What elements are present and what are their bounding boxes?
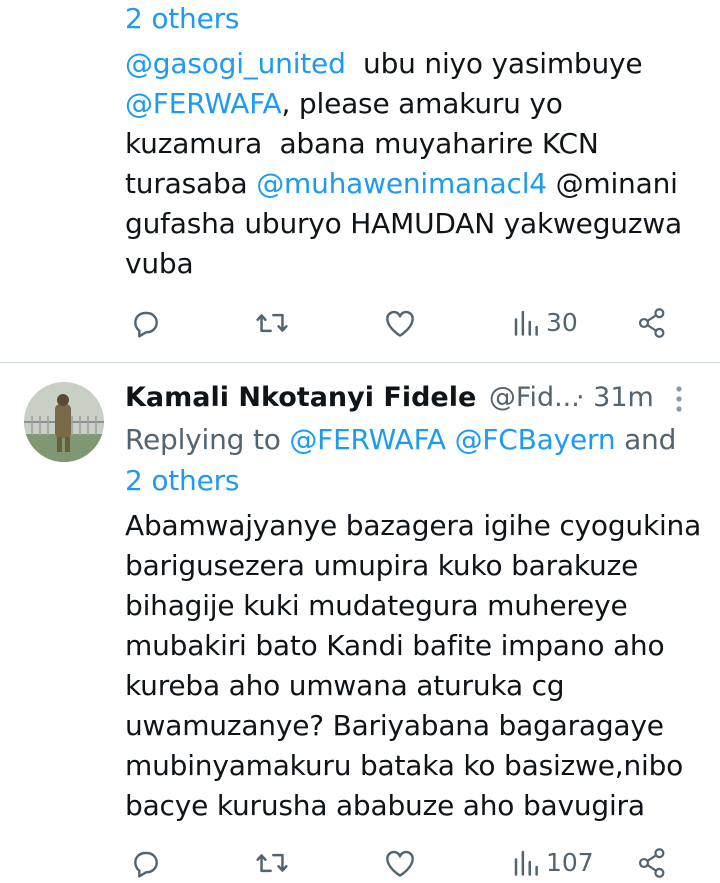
- tweet-header: Kamali Nkotanyi Fidele @Fid...: [125, 379, 580, 417]
- tweet-text-segment: , please amakuru yo: [281, 87, 563, 120]
- mention-link[interactable]: @muhawenimanacl4: [256, 167, 547, 200]
- replying-to-others-link[interactable]: 2 others: [125, 0, 239, 39]
- avatar-image: [24, 382, 104, 462]
- tweet-text-line: bacye kurusha ababuze aho bavugira: [125, 789, 645, 822]
- tweet-text-line: turasaba @muhawenimanacl4 @minani: [125, 164, 682, 204]
- more-icon: [676, 386, 682, 412]
- tweet-time[interactable]: · 31m: [576, 379, 654, 417]
- views-icon: [514, 310, 538, 336]
- replying-to: Replying to @FERWAFA @FCBayern and: [125, 420, 676, 460]
- tweet-text-line: uwamuzanye? Bariyabana bagaragaye: [125, 709, 664, 742]
- views-count: 30: [546, 307, 578, 337]
- tweet-text-segment: gufasha uburyo HAMUDAN yakweguzwa: [125, 207, 682, 240]
- tweet-actions: 107: [0, 843, 720, 883]
- tweet-text-segment: @minani: [546, 167, 678, 200]
- tweet-text-line: vuba: [125, 244, 682, 284]
- tweet-text: Abamwajyanye bazagera igihe cyogukina bar…: [125, 506, 701, 826]
- tweet-text-line: kuzamura abana muyaharire KCN: [125, 124, 682, 164]
- tweet-text: @gasogi_united ubu niyo yasimbuye @FERWAF…: [125, 44, 682, 284]
- replying-to-label: Replying to: [125, 423, 290, 456]
- tweet-text-line: mubinyamakuru bataka ko basizwe,nibo: [125, 749, 684, 782]
- tweet-text-line: @FERWAFA, please amakuru yo: [125, 84, 682, 124]
- share-icon: [638, 308, 665, 338]
- tweet-text-line: barigusezera umupira kuko barakuze: [125, 549, 639, 582]
- replying-to-others-link[interactable]: 2 others: [125, 461, 239, 501]
- author-handle[interactable]: @Fid...: [489, 382, 580, 413]
- author-name[interactable]: Kamali Nkotanyi Fidele: [125, 382, 476, 413]
- retweet-button[interactable]: [255, 307, 289, 339]
- share-icon: [638, 848, 665, 878]
- views-button[interactable]: 107: [512, 847, 594, 877]
- views-button[interactable]: 30: [512, 307, 578, 337]
- tweet-text-line: gufasha uburyo HAMUDAN yakweguzwa: [125, 204, 682, 244]
- reply-button[interactable]: [130, 307, 162, 339]
- tweet-text-line: mubakiri bato Kandi bafite impano aho: [125, 629, 665, 662]
- like-button[interactable]: [384, 308, 416, 338]
- reply-icon: [134, 851, 158, 878]
- tweet-text-segment: kuzamura abana muyaharire KCN: [125, 127, 599, 160]
- tweet-text-segment: vuba: [125, 247, 194, 280]
- like-button[interactable]: [384, 848, 416, 878]
- tweet-divider: [0, 362, 720, 363]
- share-button[interactable]: [637, 307, 667, 339]
- replying-to-and: and: [615, 423, 677, 456]
- tweet-text-segment: ubu niyo yasimbuye: [345, 47, 643, 80]
- tweet-text-line: kureba aho umwana aturuka cg: [125, 669, 565, 702]
- tweet-actions: 30: [0, 303, 720, 343]
- views-icon: [514, 850, 538, 876]
- views-count: 107: [546, 847, 594, 877]
- replying-to-mentions[interactable]: @FERWAFA @FCBayern: [289, 423, 615, 456]
- retweet-button[interactable]: [255, 847, 289, 879]
- share-button[interactable]: [637, 847, 667, 879]
- tweet-text-line: Abamwajyanye bazagera igihe cyogukina: [125, 509, 702, 542]
- mention-link[interactable]: @gasogi_united: [125, 47, 346, 80]
- more-options-button[interactable]: [666, 384, 692, 414]
- tweet-text-line: @gasogi_united ubu niyo yasimbuye: [125, 44, 682, 84]
- reply-icon: [134, 311, 158, 338]
- avatar[interactable]: [24, 382, 104, 462]
- retweet-icon: [256, 853, 288, 873]
- mention-link[interactable]: @FERWAFA: [125, 87, 282, 120]
- reply-button[interactable]: [130, 847, 162, 879]
- tweet-text-segment: turasaba: [125, 167, 257, 200]
- tweet-text-line: bihagije kuki mudategura muhereye: [125, 589, 628, 622]
- retweet-icon: [256, 313, 288, 333]
- like-icon: [386, 850, 414, 877]
- like-icon: [386, 310, 414, 337]
